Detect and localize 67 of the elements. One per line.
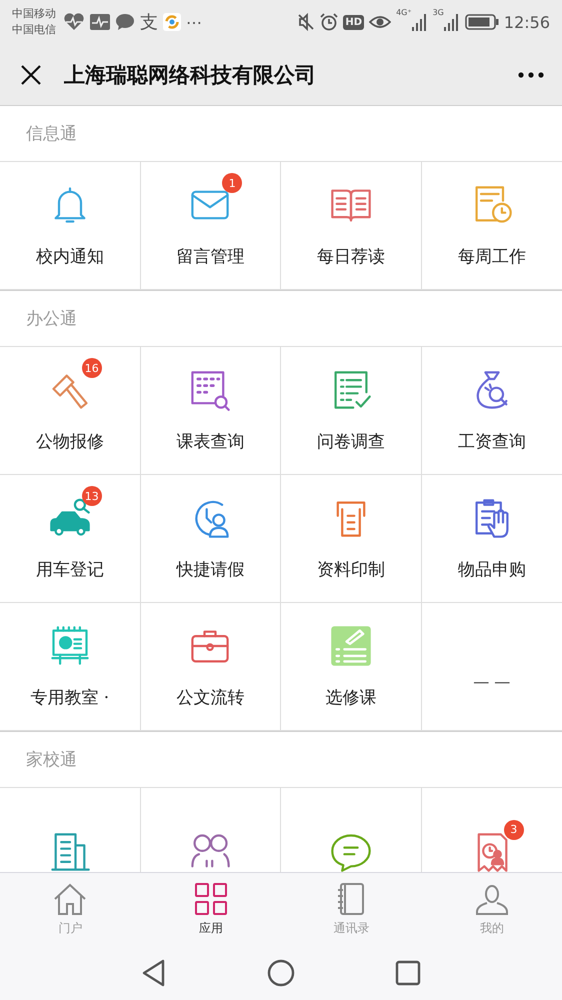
tile-label: 物品申购 <box>458 559 526 581</box>
house-icon <box>53 882 88 916</box>
app-glyph: 支 <box>140 11 158 34</box>
app-tile[interactable]: 13 用车登记 <box>0 475 140 603</box>
app-tile[interactable]: 物品申购 <box>422 475 562 603</box>
tile-label: 选修课 <box>325 687 376 709</box>
tile-label: 每周工作 <box>458 246 526 268</box>
tile-label: 校内通知 <box>36 246 104 268</box>
network-type: 4G⁺ <box>396 8 412 17</box>
app-tile[interactable]: 快捷请假 <box>140 475 281 603</box>
app-tile[interactable]: 1 留言管理 <box>140 162 281 290</box>
tile-label: 专用教室 · <box>30 687 110 709</box>
section-title: 家校通 <box>26 749 77 771</box>
tile-label: 工资查询 <box>458 431 526 453</box>
eye-icon <box>369 14 392 30</box>
section-title: 办公通 <box>26 308 77 330</box>
carrier-name: 中国移动 <box>12 6 56 22</box>
home-button[interactable] <box>267 958 295 986</box>
tile-label: 问卷调查 <box>316 431 385 453</box>
tile-label: 快捷请假 <box>176 559 244 581</box>
more-icon <box>518 72 544 78</box>
notepad-icon <box>328 624 373 668</box>
recent-apps-button[interactable] <box>395 960 421 986</box>
signal-icon <box>412 13 428 31</box>
count-badge: 3 <box>504 820 524 840</box>
tile-label: — — <box>473 672 510 691</box>
app-tile[interactable]: 选修课 <box>281 603 422 731</box>
heart-icon <box>63 13 85 31</box>
count-badge: 16 <box>82 358 102 378</box>
tile-label: 用车登记 <box>36 559 104 581</box>
app-tile[interactable]: — — <box>422 603 562 731</box>
count-badge: 13 <box>82 486 102 506</box>
notification-overflow: ⋯ <box>186 12 202 32</box>
app-tile[interactable]: 校内通知 <box>0 162 140 290</box>
tile-label: 公文流转 <box>176 687 244 709</box>
app-tile[interactable]: 16 公物报修 <box>0 347 140 475</box>
battery-icon <box>464 14 499 30</box>
tile-label: 公物报修 <box>36 431 104 453</box>
mute-icon <box>297 13 316 31</box>
section-title: 信息通 <box>26 123 77 145</box>
app-tile[interactable]: 每周工作 <box>422 162 562 290</box>
app-tile[interactable]: 工资查询 <box>422 347 562 475</box>
app-tile[interactable]: 公文流转 <box>140 603 281 731</box>
app-tile[interactable]: 专用教室 · <box>0 603 140 731</box>
hd-indicator: HD <box>343 14 364 30</box>
tile-label: 留言管理 <box>176 246 244 268</box>
signal-icon <box>444 13 460 31</box>
app-logo-icon <box>163 13 181 31</box>
chat-bubble-icon <box>115 13 135 31</box>
page-title: 上海瑞聪网络科技有限公司 <box>64 60 317 88</box>
app-tile[interactable]: 每日荐读 <box>281 162 422 290</box>
pulse-icon <box>90 14 110 30</box>
carrier-name: 中国电信 <box>12 22 56 38</box>
app-tile[interactable]: 课表查询 <box>140 347 281 475</box>
alarm-icon <box>320 13 338 31</box>
tile-label: 资料印制 <box>316 559 385 581</box>
close-icon <box>20 64 42 86</box>
tile-label: 课表查询 <box>176 431 244 453</box>
tile-label: 每日荐读 <box>316 246 385 268</box>
network-type: 3G <box>432 8 444 17</box>
clock-time: 12:56 <box>504 12 550 32</box>
app-tile[interactable]: 资料印制 <box>281 475 422 603</box>
app-tile[interactable]: 问卷调查 <box>281 347 422 475</box>
back-button[interactable] <box>141 958 167 986</box>
grid-icon <box>194 882 228 916</box>
tab[interactable]: 应用 <box>140 873 281 945</box>
count-badge: 1 <box>222 173 242 193</box>
